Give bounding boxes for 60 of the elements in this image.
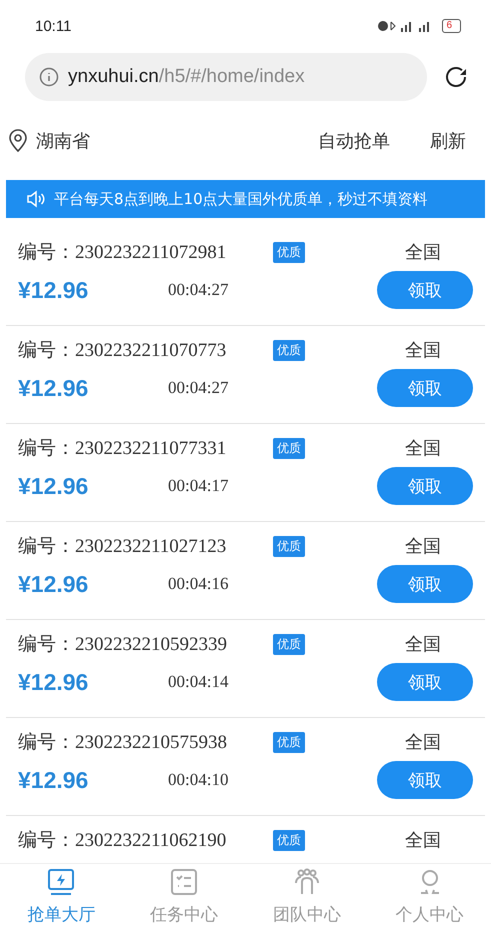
order-time: 00:04:27 [168, 378, 228, 398]
claim-button[interactable]: 领取 [377, 663, 473, 701]
nav-tab[interactable]: 团队中心 [246, 864, 368, 928]
order-price: ¥12.96 [18, 374, 90, 402]
claim-button[interactable]: 领取 [377, 467, 473, 505]
nav-tab[interactable]: 任务中心 [122, 864, 246, 928]
monitor-icon [46, 866, 76, 896]
order-number: 编号：2302232210575938 [18, 731, 228, 755]
location-label[interactable]: 湖南省 [36, 129, 278, 153]
nav-tab[interactable]: 个人中心 [368, 864, 491, 928]
quality-badge: 优质 [273, 438, 305, 458]
order-time: 00:04:16 [168, 574, 228, 594]
order-region: 全国 [405, 633, 441, 656]
order-time: 00:04:27 [168, 280, 228, 300]
order-time: 00:04:10 [168, 770, 228, 790]
order-region: 全国 [405, 829, 441, 852]
quality-badge: 优质 [273, 732, 305, 752]
speaker-icon [26, 190, 46, 208]
nav-tab-label: 抢单大厅 [27, 904, 96, 926]
order-number: 编号：2302232211077331 [18, 437, 228, 461]
quality-badge: 优质 [273, 634, 305, 654]
checklist-icon [169, 866, 200, 896]
order-region: 全国 [405, 339, 441, 362]
info-icon [39, 67, 59, 87]
claim-button[interactable]: 领取 [377, 369, 473, 407]
status-time: 10:11 [35, 18, 72, 34]
order-price: ¥12.96 [18, 472, 90, 500]
order-region: 全国 [405, 437, 441, 460]
claim-button[interactable]: 领取 [377, 565, 473, 603]
order-number: 编号：2302232211072981 [18, 241, 228, 265]
nav-tab-label: 团队中心 [272, 904, 341, 926]
header-action[interactable]: 自动抢单 [318, 129, 390, 153]
order-time: 00:04:17 [168, 476, 228, 496]
quality-badge: 优质 [273, 340, 305, 360]
claim-button[interactable]: 领取 [377, 271, 473, 309]
nav-tab-label: 个人中心 [396, 904, 464, 926]
header-action[interactable]: 刷新 [430, 129, 466, 153]
quality-badge: 优质 [273, 242, 305, 262]
order-region: 全国 [405, 731, 441, 754]
order-price: ¥12.96 [18, 570, 90, 598]
order-number: 编号：2302232211070773 [18, 339, 228, 363]
order-time: 00:04:14 [168, 672, 228, 692]
order-number: 编号：2302232210592339 [18, 633, 228, 657]
order-price: ¥12.96 [18, 668, 90, 696]
quality-badge: 优质 [273, 536, 305, 556]
claim-button[interactable]: 领取 [377, 761, 473, 799]
order-price: ¥12.96 [18, 276, 90, 304]
order-number: 编号：2302232211027123 [18, 535, 228, 559]
order-price: ¥12.96 [18, 766, 90, 794]
location-pin-icon [8, 129, 28, 153]
quality-badge: 优质 [273, 830, 305, 850]
order-number: 编号：2302232211062190 [18, 829, 228, 853]
address-bar[interactable]: ynxuhui.cn/h5/#/home/index [25, 53, 427, 101]
order-region: 全国 [405, 535, 441, 558]
nav-tab[interactable]: 抢单大厅 [0, 864, 123, 928]
order-region: 全国 [405, 241, 441, 264]
reload-icon[interactable] [443, 64, 469, 90]
nav-tab-label: 任务中心 [150, 904, 218, 926]
notice-text: 平台每天8点到晚上10点大量国外优质单，秒过不填资料 [54, 190, 428, 208]
battery-level: 6 [442, 19, 461, 33]
